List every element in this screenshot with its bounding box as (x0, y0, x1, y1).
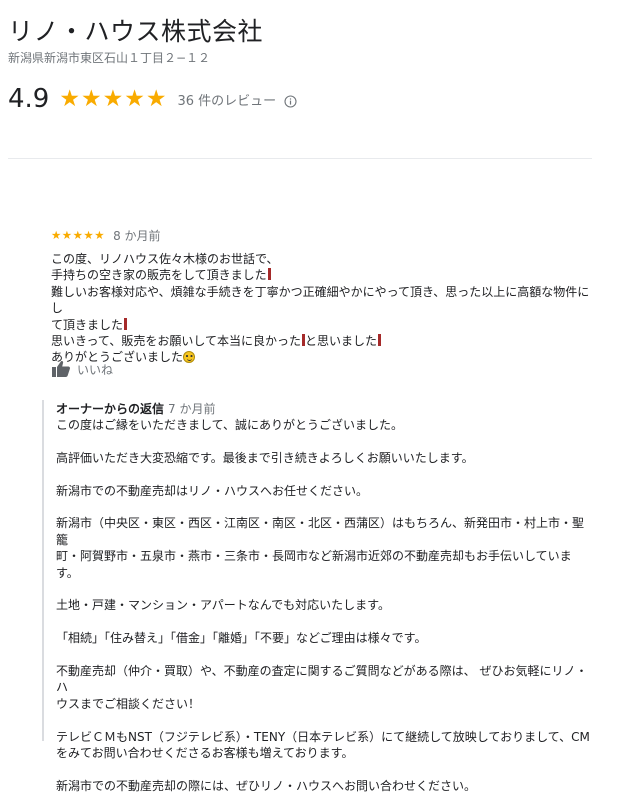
thumbs-up-icon (51, 360, 71, 378)
reply-line: 「相続」「住み替え」「借金」「離婚」「不要」などご理由は様々です。 (56, 631, 427, 646)
like-label: いいね (77, 362, 114, 377)
reply-line: 新潟市での不動産売却の際には、ぜひリノ・ハウスへお問い合わせください。 (56, 778, 477, 793)
business-address: 新潟県新潟市東区石山１丁目２−１２ (8, 51, 211, 65)
reply-line: 町・阿賀野市・五泉市・燕市・三条市・長岡市など新潟市近郊の不動産売却もお手伝いし… (56, 549, 572, 580)
reply-line (56, 712, 592, 728)
review-meta: ★★★★★ 8 か月前 (51, 227, 161, 243)
review-line: ありがとうございました (51, 349, 593, 365)
reply-line (56, 433, 592, 449)
owner-reply: オーナーからの返信 7 か月前 この度はご縁をいただきまして、誠にありがとうござい… (42, 400, 594, 793)
reply-line: 不動産売却（仲介・買取）や、不動産の査定に関するご質問などがある際は、 ぜひお気… (56, 664, 588, 695)
rating-value: 4.9 (8, 84, 50, 114)
reply-line: をみてお問い合わせくださるお客様も増えております。 (56, 746, 354, 761)
text-marker (124, 317, 128, 330)
review-line: 思いきって、販売をお願いして本当に良かった と思いました (51, 333, 593, 349)
review-count-link[interactable]: 36 件のレビュー (177, 90, 276, 109)
reply-line (56, 581, 592, 597)
reply-line: 高評価いただき大変恐縮です。最後まで引き続きよろしくお願いいたします。 (56, 450, 474, 465)
rating-summary: 4.9 ★★★★★ 36 件のレビュー (8, 84, 297, 114)
reply-header: オーナーからの返信 7 か月前 (56, 400, 215, 416)
reply-line: 土地・戸建・マンション・アパートなんでも対応いたします。 (56, 598, 390, 613)
reply-line (56, 499, 592, 515)
reply-line (56, 614, 592, 630)
reply-line: この度はご縁をいただきまして、誠にありがとうございました。 (56, 418, 404, 432)
rating-stars: ★★★★★ (59, 85, 168, 112)
review-date: 8 か月前 (113, 228, 161, 243)
reply-line (56, 647, 592, 663)
review-stars: ★★★★★ (51, 228, 106, 242)
review-line: この度、リノハウス佐々木様のお世話で、 (51, 252, 279, 266)
reply-text: この度はご縁をいただきまして、誠にありがとうございました。 高評価いただき大変恐… (56, 417, 592, 794)
text-marker (267, 268, 271, 281)
reply-line: 新潟市での不動産売却はリノ・ハウスへお任せください。 (56, 483, 369, 498)
business-name: リノ・ハウス株式会社 (8, 17, 264, 46)
review-line: 難しいお客様対応や、煩雑な手続きを丁寧かつ正確細やかにやって頂き、思った以上に高… (51, 284, 590, 316)
review-text: この度、リノハウス佐々木様のお世話で、 手持ちの空き家の販売をして頂きました 難… (51, 251, 593, 366)
review-line: 手持ちの空き家の販売をして頂きました (51, 267, 593, 283)
reply-line (56, 761, 592, 777)
reply-line: ウスまでご相談ください！ (56, 696, 201, 711)
like-button[interactable]: いいね (51, 360, 113, 378)
text-marker (377, 334, 381, 347)
smiling-face-icon (183, 351, 196, 364)
reply-date: 7 か月前 (168, 402, 216, 416)
info-circle-icon[interactable] (284, 93, 297, 108)
reply-line: テレビＣＭもNST（フジテレビ系）・TENY（日本テレビ系）にて継続して放映して… (56, 729, 590, 744)
section-divider (8, 158, 592, 159)
reply-line (56, 466, 592, 482)
review-line: て頂きました (51, 317, 593, 333)
reply-owner-label: オーナーからの返信 (56, 402, 165, 416)
reply-line: 新潟市（中央区・東区・西区・江南区・南区・北区・西蒲区）はもちろん、新発田市・村… (56, 516, 585, 547)
